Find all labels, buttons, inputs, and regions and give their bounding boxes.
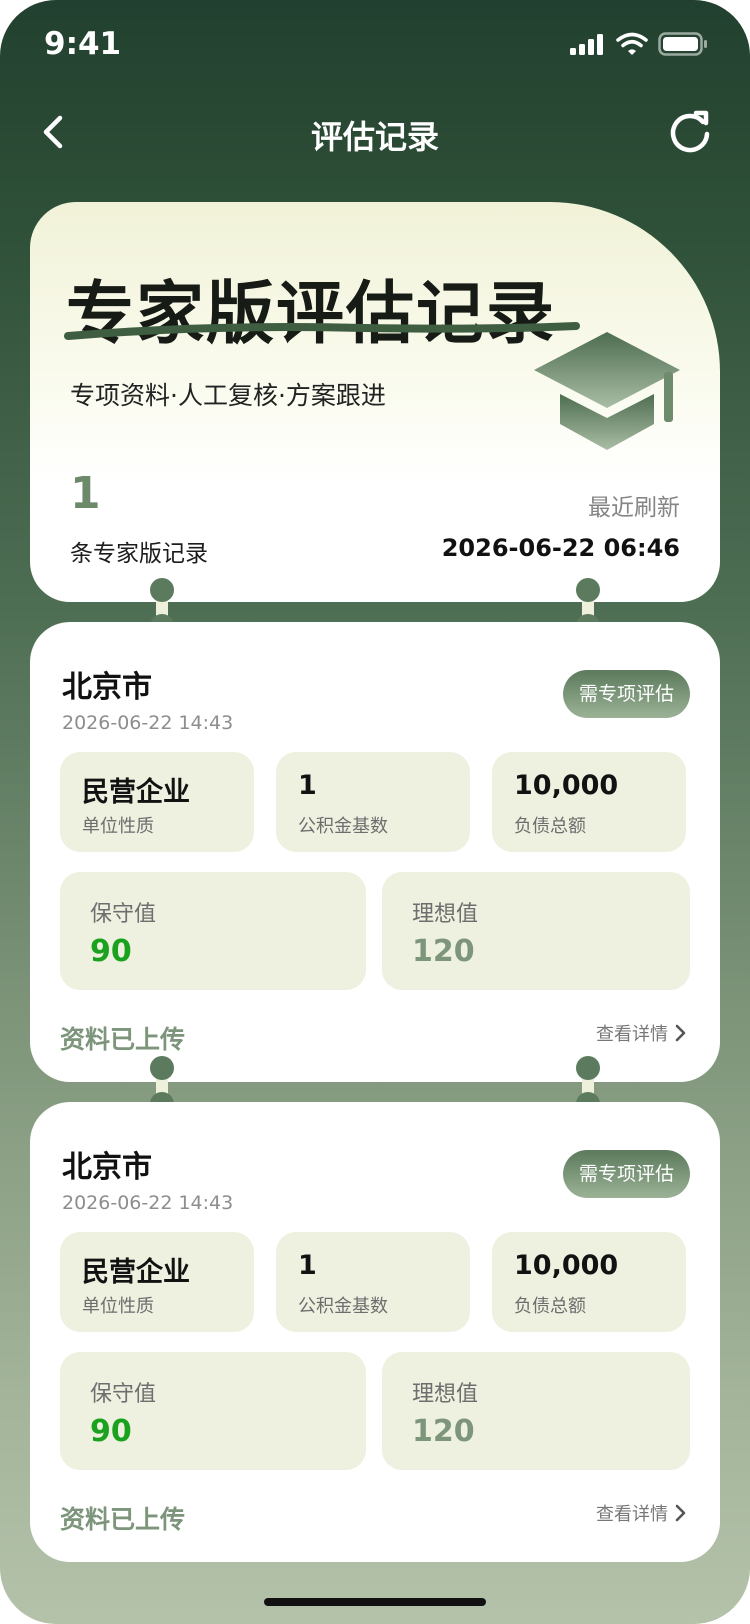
app-screen: 9:41 评估记录 专家版评估记录 专项资料·人工复核·方案跟进 1 条专家版记…	[0, 0, 750, 1624]
ideal-value: 120	[412, 1414, 475, 1449]
record-count: 1	[70, 468, 101, 519]
tile-label: 公积金基数	[298, 1296, 388, 1317]
conservative-label: 保守值	[90, 1382, 157, 1407]
ideal-label: 理想值	[412, 902, 479, 927]
view-details-label: 查看详情	[596, 1024, 668, 1045]
brush-stroke-decoration	[64, 322, 580, 340]
conservative-label: 保守值	[90, 902, 157, 927]
last-refresh-label: 最近刷新	[588, 495, 680, 521]
tile-total-debt: 10,000 负债总额	[492, 1232, 686, 1332]
status-icons	[570, 32, 708, 56]
tile-fund-base: 1 公积金基数	[276, 1232, 470, 1332]
tile-value: 民营企业	[82, 777, 190, 808]
tile-employer-type: 民营企业 单位性质	[60, 752, 254, 852]
chevron-right-icon	[675, 1024, 686, 1042]
status-badge: 需专项评估	[562, 670, 690, 718]
hero-subtitle: 专项资料·人工复核·方案跟进	[70, 381, 386, 410]
graduation-cap-icon	[534, 332, 680, 450]
signal-icon	[570, 34, 603, 55]
record-card[interactable]: 北京市 2026-06-22 14:43 需专项评估 民营企业 单位性质 1 公…	[30, 622, 720, 1082]
view-details-label: 查看详情	[596, 1504, 668, 1525]
summary-card: 专家版评估记录 专项资料·人工复核·方案跟进 1 条专家版记录 最近刷新 202…	[30, 202, 720, 602]
conservative-value: 90	[90, 1414, 132, 1449]
record-date: 2026-06-22 14:43	[62, 712, 234, 734]
refresh-icon	[670, 110, 710, 153]
upload-status: 资料已上传	[60, 1505, 186, 1534]
record-count-label: 条专家版记录	[70, 541, 208, 567]
tile-value: 10,000	[514, 770, 619, 801]
tile-label: 单位性质	[82, 816, 154, 837]
conservative-value-tile: 保守值 90	[60, 872, 366, 990]
tile-total-debt: 10,000 负债总额	[492, 752, 686, 852]
record-city: 北京市	[62, 1150, 152, 1185]
tile-value: 1	[298, 770, 317, 801]
last-refresh-time: 2026-06-22 06:46	[441, 534, 680, 562]
conservative-value: 90	[90, 934, 132, 969]
view-details-link[interactable]: 查看详情	[596, 1500, 688, 1526]
conservative-value-tile: 保守值 90	[60, 1352, 366, 1470]
upload-status: 资料已上传	[60, 1025, 186, 1054]
tile-employer-type: 民营企业 单位性质	[60, 1232, 254, 1332]
refresh-button[interactable]	[666, 108, 714, 156]
view-details-link[interactable]: 查看详情	[596, 1020, 688, 1046]
battery-icon	[658, 32, 707, 56]
home-indicator[interactable]	[264, 1598, 486, 1606]
ideal-label: 理想值	[412, 1382, 479, 1407]
tile-label: 单位性质	[82, 1296, 154, 1317]
tile-value: 1	[298, 1250, 317, 1281]
record-date: 2026-06-22 14:43	[62, 1192, 234, 1214]
record-card[interactable]: 北京市 2026-06-22 14:43 需专项评估 民营企业 单位性质 1 公…	[30, 1102, 720, 1562]
status-time: 9:41	[44, 26, 122, 62]
tile-value: 10,000	[514, 1250, 619, 1281]
ideal-value-tile: 理想值 120	[382, 872, 690, 990]
tile-label: 负债总额	[514, 816, 586, 837]
status-badge: 需专项评估	[562, 1150, 690, 1198]
tile-label: 公积金基数	[298, 816, 388, 837]
chevron-right-icon	[675, 1504, 686, 1522]
tile-label: 负债总额	[514, 1296, 586, 1317]
page-title: 评估记录	[310, 118, 439, 156]
wifi-icon	[616, 32, 648, 55]
record-city: 北京市	[62, 670, 152, 705]
ideal-value-tile: 理想值 120	[382, 1352, 690, 1470]
tile-value: 民营企业	[82, 1257, 190, 1288]
ideal-value: 120	[412, 934, 475, 969]
tile-fund-base: 1 公积金基数	[276, 752, 470, 852]
